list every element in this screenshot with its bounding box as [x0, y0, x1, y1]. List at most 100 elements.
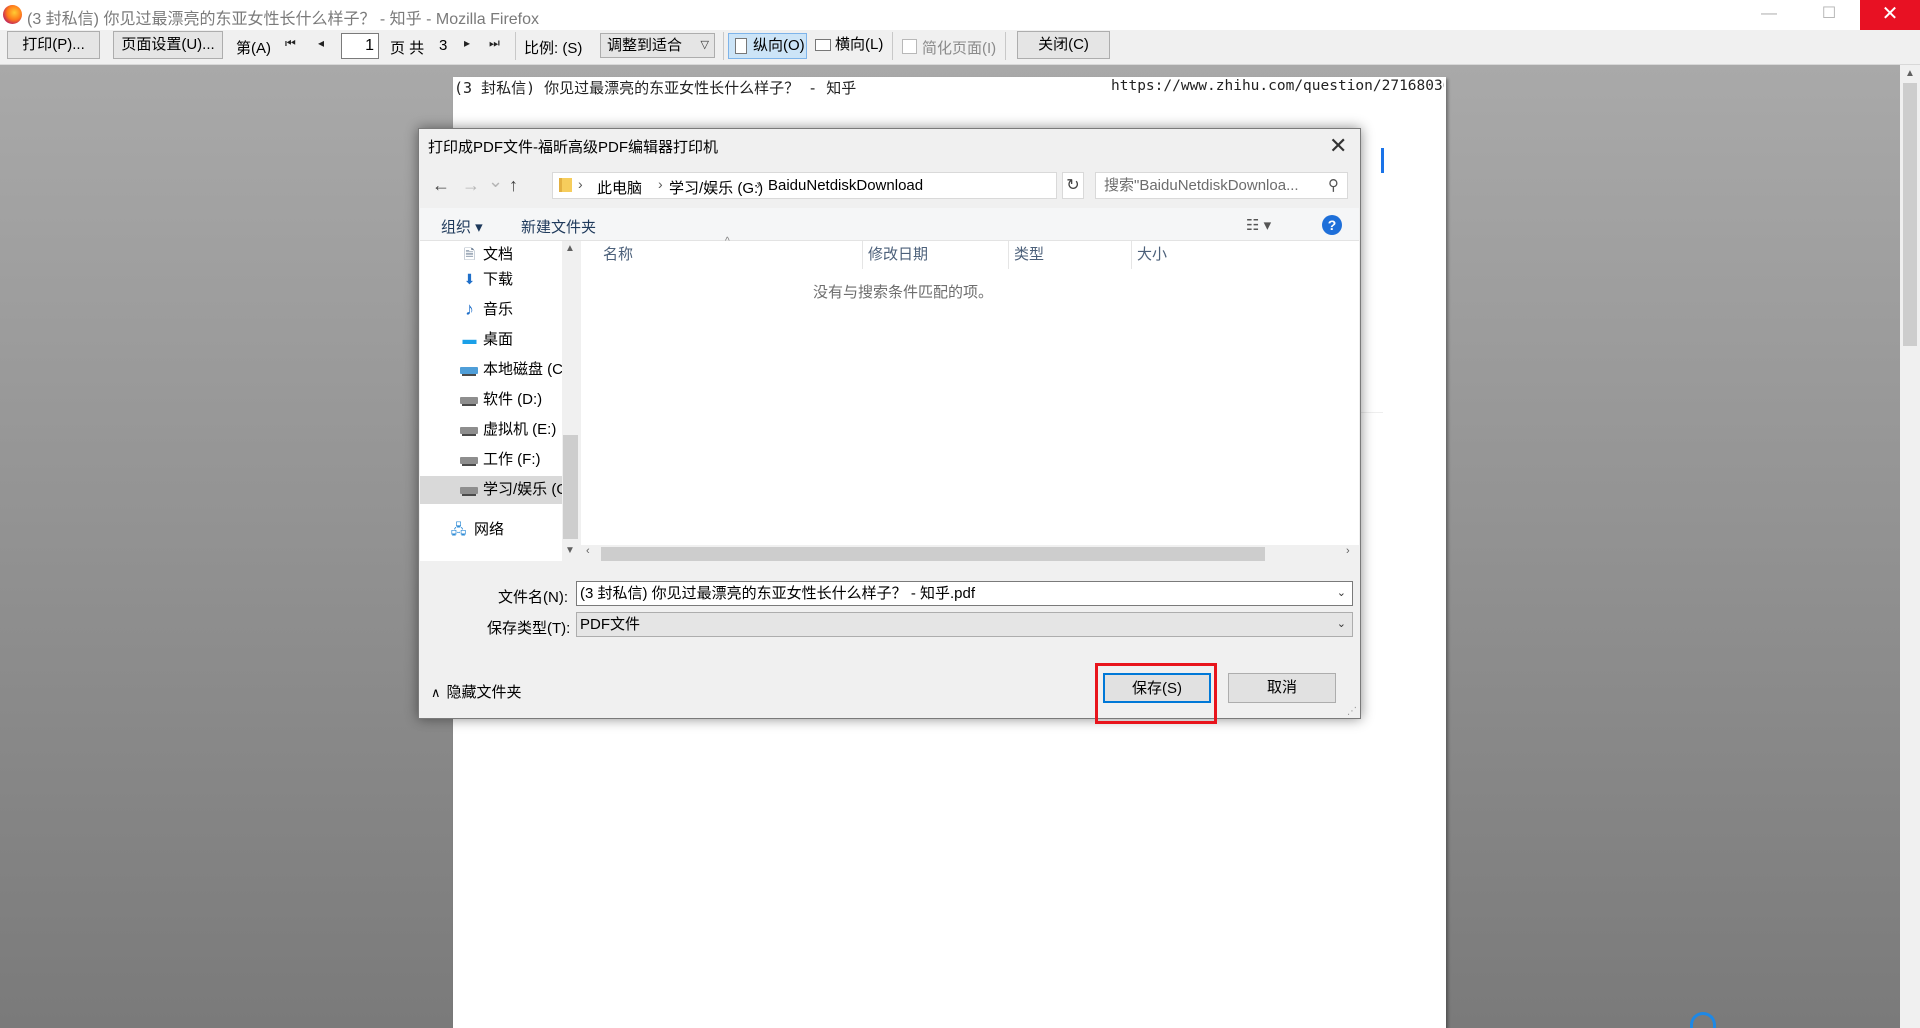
- nav-item-label: 下载: [483, 271, 514, 288]
- print-preview-toolbar: 打印(P)... 页面设置(U)... 第(A) ⏮ ◂ 1 页 共 3 ▸ ⏭…: [0, 30, 1920, 65]
- filetype-label: 保存类型(T):: [487, 620, 571, 637]
- dialog-title: 打印成PDF文件-福昕高级PDF编辑器打印机: [428, 139, 718, 156]
- scroll-down-icon[interactable]: ▼: [565, 545, 575, 556]
- resize-grip-icon[interactable]: ⋰: [1347, 706, 1357, 717]
- window-title: (3 封私信) 你见过最漂亮的东亚女性长什么样子？ - 知乎 - Mozilla…: [27, 11, 540, 28]
- view-options-icon[interactable]: ☷ ▾: [1246, 216, 1271, 234]
- breadcrumb-this-pc[interactable]: 此电脑: [597, 177, 642, 198]
- checkbox-icon: [902, 39, 917, 54]
- nav-item-network[interactable]: 🖧 网络: [420, 516, 562, 544]
- previous-page-icon[interactable]: ◂: [318, 36, 324, 50]
- scrollbar-thumb[interactable]: [563, 435, 578, 539]
- chevron-down-icon: ▽: [700, 39, 709, 51]
- toolbar-divider: [1005, 32, 1006, 60]
- scroll-right-icon[interactable]: ›: [1346, 545, 1350, 557]
- download-icon: ⬇: [463, 271, 476, 287]
- hide-folders-toggle[interactable]: ∧ 隐藏文件夹: [431, 681, 522, 702]
- drive-icon: [460, 457, 478, 466]
- nav-item-drive-d[interactable]: 软件 (D:): [420, 386, 562, 414]
- nav-item-label: 桌面: [483, 331, 514, 348]
- nav-item-label: 虚拟机 (E:): [483, 421, 557, 438]
- nav-item-documents[interactable]: 🗎 文档: [420, 241, 562, 269]
- first-page-icon[interactable]: ⏮: [285, 36, 296, 51]
- last-page-icon[interactable]: ⏭: [489, 36, 500, 51]
- nav-item-label: 软件 (D:): [483, 391, 543, 408]
- drive-icon: [460, 367, 478, 376]
- forward-icon[interactable]: →: [462, 175, 480, 196]
- scale-label: 比例: (S): [524, 40, 583, 57]
- page-of-label: 页 共: [390, 40, 425, 57]
- nav-item-label: 文档: [483, 246, 514, 263]
- chevron-down-icon[interactable]: ⌄: [1337, 582, 1346, 605]
- filename-value: (3 封私信) 你见过最漂亮的东亚女性长什么样子？ - 知乎.pdf: [580, 585, 976, 602]
- nav-item-drive-g[interactable]: 学习/娱乐 (G:): [420, 476, 577, 504]
- total-pages: 3: [439, 37, 448, 54]
- organize-menu[interactable]: 组织 ▾: [441, 216, 483, 237]
- breadcrumb-drive-g[interactable]: 学习/娱乐 (G:): [669, 177, 763, 198]
- scroll-up-icon[interactable]: ▲: [565, 243, 575, 254]
- filetype-value: PDF文件: [580, 616, 641, 633]
- filetype-select[interactable]: PDF文件 ⌄: [576, 612, 1353, 637]
- column-divider[interactable]: [1008, 241, 1009, 269]
- close-preview-button[interactable]: 关闭(C): [1017, 31, 1110, 59]
- cancel-button[interactable]: 取消: [1228, 673, 1336, 703]
- nav-item-desktop[interactable]: ▬ 桌面: [420, 326, 562, 354]
- page-label: 第(A): [236, 40, 271, 57]
- scrollbar-thumb[interactable]: [1903, 83, 1917, 346]
- portrait-button[interactable]: 纵向(O): [728, 33, 807, 59]
- dialog-close-icon[interactable]: ✕: [1329, 133, 1347, 159]
- folder-icon: [559, 178, 572, 192]
- scroll-up-icon[interactable]: ▲: [1905, 68, 1915, 79]
- minimize-button[interactable]: —: [1740, 0, 1798, 30]
- scrollbar-thumb[interactable]: [601, 547, 1265, 561]
- simplify-label: 简化页面(I): [922, 40, 997, 57]
- column-divider[interactable]: [1131, 241, 1132, 269]
- nav-item-drive-f[interactable]: 工作 (F:): [420, 446, 562, 474]
- preview-scrollbar[interactable]: ▲: [1900, 65, 1920, 1028]
- help-icon[interactable]: ?: [1322, 215, 1342, 235]
- navigation-scrollbar[interactable]: ▲ ▼: [562, 241, 579, 561]
- column-header-type[interactable]: 类型: [1014, 241, 1044, 271]
- nav-item-music[interactable]: ♪ 音乐: [420, 296, 562, 324]
- page-number-input[interactable]: 1: [341, 33, 379, 59]
- window-close-button[interactable]: ✕: [1860, 0, 1920, 30]
- drive-icon: [460, 487, 478, 496]
- search-input[interactable]: 搜索"BaiduNetdiskDownloa... ⚲: [1095, 172, 1348, 199]
- up-folder-icon[interactable]: ↑: [509, 175, 518, 196]
- nav-item-downloads[interactable]: ⬇ 下载: [420, 266, 562, 294]
- maximize-button[interactable]: ☐: [1800, 0, 1858, 30]
- column-header-modified[interactable]: 修改日期: [868, 241, 928, 271]
- search-placeholder: 搜索"BaiduNetdiskDownloa...: [1104, 177, 1299, 194]
- back-icon[interactable]: ←: [432, 175, 450, 196]
- filename-input[interactable]: (3 封私信) 你见过最漂亮的东亚女性长什么样子？ - 知乎.pdf ⌄: [576, 581, 1353, 606]
- drive-icon: [460, 427, 478, 436]
- column-header-name[interactable]: 名称: [603, 241, 633, 271]
- new-folder-button[interactable]: 新建文件夹: [521, 216, 596, 237]
- landscape-button[interactable]: 横向(L): [811, 33, 889, 59]
- chevron-down-icon: ⌄: [1336, 618, 1346, 630]
- scale-select[interactable]: 调整到适合 ▽: [600, 33, 715, 58]
- refresh-icon[interactable]: ↻: [1062, 172, 1084, 199]
- toolbar-divider: [515, 32, 516, 60]
- print-button[interactable]: 打印(P)...: [7, 31, 100, 59]
- save-button[interactable]: 保存(S): [1103, 673, 1211, 703]
- page-setup-button[interactable]: 页面设置(U)...: [113, 31, 223, 59]
- column-header-size[interactable]: 大小: [1137, 241, 1167, 271]
- page-header-url: https://www.zhihu.com/question/271680368: [1111, 78, 1444, 94]
- nav-item-drive-e[interactable]: 虚拟机 (E:): [420, 416, 562, 444]
- save-pdf-dialog: 打印成PDF文件-福昕高级PDF编辑器打印机 ✕ ← → ⌄ ↑ › 此电脑 ›…: [418, 128, 1361, 724]
- firefox-logo-icon: [3, 5, 22, 24]
- recent-locations-icon[interactable]: ⌄: [488, 171, 503, 192]
- breadcrumb-current-folder[interactable]: BaiduNetdiskDownload: [768, 177, 923, 194]
- landscape-page-icon: [815, 39, 831, 51]
- nav-item-label: 音乐: [483, 301, 514, 318]
- music-icon: ♪: [465, 299, 474, 319]
- portrait-label: 纵向(O): [753, 37, 805, 54]
- scroll-left-icon[interactable]: ‹: [586, 545, 590, 557]
- column-divider[interactable]: [862, 241, 863, 269]
- next-page-icon[interactable]: ▸: [464, 36, 470, 50]
- nav-item-drive-c[interactable]: 本地磁盘 (C:): [420, 356, 572, 384]
- address-bar[interactable]: › 此电脑 › 学习/娱乐 (G:) › BaiduNetdiskDownloa…: [552, 172, 1184, 199]
- file-list-scrollbar[interactable]: ‹ ›: [581, 545, 1359, 562]
- simplify-page-checkbox[interactable]: 简化页面(I): [902, 37, 996, 58]
